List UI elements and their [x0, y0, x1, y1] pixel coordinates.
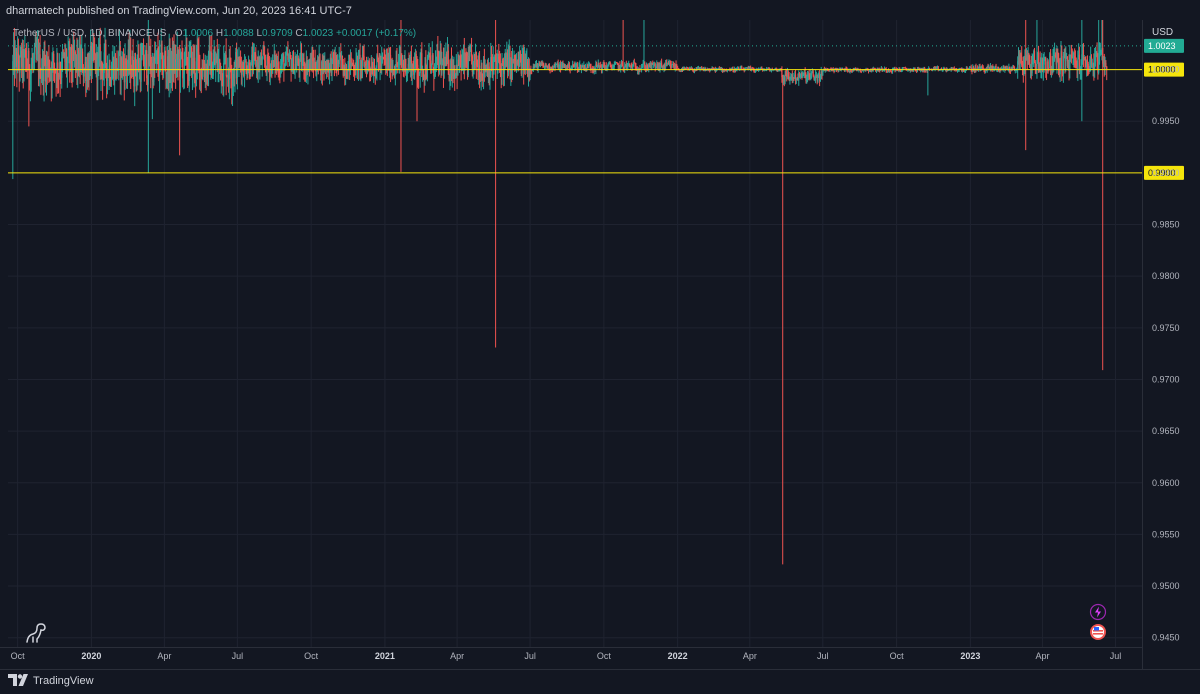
- grid: [8, 20, 1142, 647]
- time-tick-label: Oct: [304, 651, 319, 661]
- price-tick-label: 0.9500: [1152, 581, 1180, 591]
- candle-body: [198, 52, 200, 55]
- candle-body: [67, 49, 69, 64]
- price-axis[interactable]: 1.0000 0.9950 0.9900 0.9850 0.9800 0.9750 0.97…: [0, 20, 1180, 669]
- candle-body: [53, 53, 55, 63]
- us-flag-event-icon[interactable]: [1089, 623, 1107, 641]
- candle-body: [319, 54, 321, 71]
- time-tick-label: Jul: [524, 651, 536, 661]
- time-tick-label: Jul: [817, 651, 829, 661]
- chart-canvas[interactable]: 1.0023 1.0000 0.9900 1.0000 0.9950 0.9900 0.9…: [0, 0, 1200, 669]
- time-tick-label: 2023: [960, 651, 980, 661]
- time-tick-label: Jul: [232, 651, 244, 661]
- candle-body: [377, 55, 379, 58]
- time-tick-label: Jul: [1110, 651, 1122, 661]
- price-tick-label: 1.0000: [1152, 65, 1180, 75]
- candle-body: [469, 51, 471, 57]
- dino-icon[interactable]: [24, 622, 48, 644]
- candle-body: [33, 46, 36, 59]
- time-tick-label: Apr: [1036, 651, 1050, 661]
- price-tick-label: 0.9650: [1152, 426, 1180, 436]
- price-tick-label: 0.9900: [1152, 168, 1180, 178]
- time-tick-label: 2020: [81, 651, 101, 661]
- candle-body: [140, 59, 142, 82]
- price-tick-label: 0.9750: [1152, 323, 1180, 333]
- symbol-legend: TetherUS / USD, 1D, BINANCEUS O1.0006 H1…: [13, 28, 416, 39]
- time-tick-label: Apr: [157, 651, 171, 661]
- candle-body: [146, 50, 148, 79]
- candle-body: [105, 44, 107, 64]
- candle-body: [1045, 58, 1047, 71]
- tradingview-brand[interactable]: TradingView: [8, 674, 94, 688]
- time-tick-label: Oct: [597, 651, 612, 661]
- time-tick-label: Oct: [11, 651, 26, 661]
- time-tick-label: Apr: [450, 651, 464, 661]
- candle-body: [194, 57, 196, 74]
- candle-body: [772, 70, 774, 71]
- price-tick-label: 0.9550: [1152, 529, 1180, 539]
- high-value: 1.0088: [223, 28, 254, 39]
- candle-body: [1098, 63, 1100, 73]
- candle-body: [1105, 62, 1107, 67]
- candle-body: [316, 71, 318, 75]
- candle-body: [264, 60, 267, 67]
- change-value: +0.0017 (+0.17%): [336, 28, 417, 39]
- candle-body: [426, 59, 429, 78]
- candle-body: [609, 62, 611, 66]
- price-tick-label: 0.9600: [1152, 478, 1180, 488]
- price-tick-label: 0.9950: [1152, 116, 1180, 126]
- time-tick-label: Apr: [743, 651, 757, 661]
- time-tick-label: Oct: [890, 651, 905, 661]
- candle-body: [219, 59, 221, 63]
- candle-body: [225, 54, 227, 77]
- tradingview-logo-icon: [8, 674, 28, 686]
- candle-body: [1106, 66, 1108, 70]
- candle-body: [223, 63, 225, 87]
- last-price-label: 1.0023: [1148, 41, 1176, 51]
- time-axis[interactable]: Oct 2020 Apr Jul Oct 2021 Apr Jul Oct 2022 Apr Jul O…: [11, 651, 1122, 661]
- candle-body: [1062, 55, 1065, 75]
- time-tick-label: 2021: [375, 651, 395, 661]
- price-tick-label: 0.9700: [1152, 374, 1180, 384]
- footer-bar: TradingView: [0, 669, 1200, 694]
- candle-body: [1049, 53, 1052, 67]
- open-value: 1.0006: [182, 28, 214, 39]
- currency-label[interactable]: USD: [1152, 27, 1173, 38]
- price-tick-label: 0.9450: [1152, 633, 1180, 643]
- open-label: O: [174, 28, 183, 39]
- candle-body: [1047, 61, 1049, 68]
- candle-body: [1077, 58, 1079, 70]
- candle-body: [810, 73, 813, 75]
- candle-body: [1061, 51, 1063, 70]
- price-tick-label: 0.9800: [1152, 271, 1180, 281]
- candle-body: [613, 64, 615, 68]
- symbol-name[interactable]: TetherUS / USD, 1D, BINANCEUS: [13, 28, 166, 39]
- low-value: 0.9709: [262, 28, 293, 39]
- candle-body: [261, 58, 263, 65]
- tradingview-brand-text: TradingView: [33, 675, 94, 687]
- price-tick-label: 0.9850: [1152, 220, 1180, 230]
- lightning-event-icon[interactable]: [1089, 603, 1107, 621]
- time-tick-label: 2022: [668, 651, 688, 661]
- close-label: C: [295, 28, 303, 39]
- candle-body: [141, 54, 143, 60]
- close-value: 1.0023: [302, 28, 334, 39]
